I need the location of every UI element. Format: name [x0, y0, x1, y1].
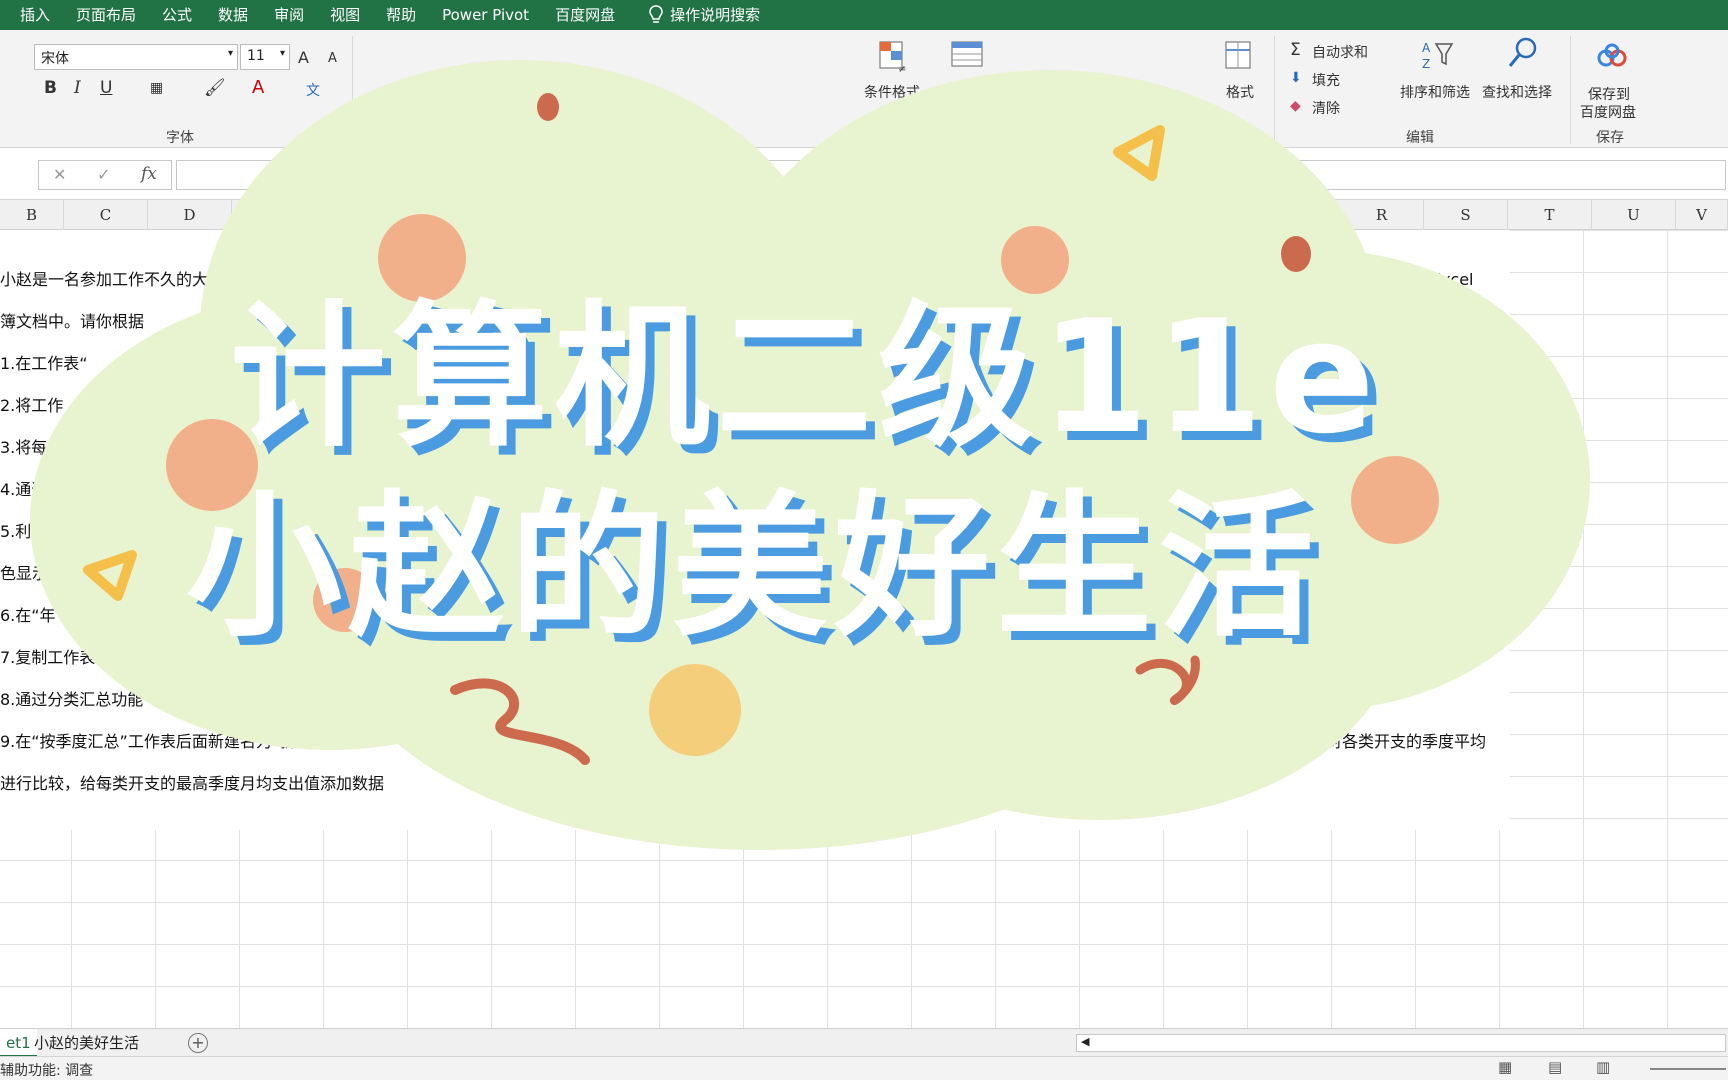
- page-break-view-icon[interactable]: ▥: [1596, 1058, 1610, 1076]
- conditional-format-label[interactable]: 条件格式: [864, 82, 920, 102]
- svg-text:≠: ≠: [898, 64, 906, 74]
- chevron-down-icon: ▾: [227, 48, 233, 59]
- doc-line-1-right: xlsx” 的Excel: [1370, 270, 1474, 289]
- save-to-label-1[interactable]: 保存到: [1588, 84, 1630, 104]
- menu-insert[interactable]: 插入: [0, 0, 63, 30]
- fill-color-icon[interactable]: 🖌: [204, 78, 226, 98]
- menu-formulas[interactable]: 公式: [149, 0, 205, 30]
- font-size-select[interactable]: 11 ▾: [240, 44, 290, 70]
- italic-button[interactable]: I: [74, 78, 81, 98]
- column-headers: B C D E R S T U V: [0, 200, 1728, 230]
- menu-bar: 插入 页面布局 公式 数据 审阅 视图 帮助 Power Pivot 百度网盘 …: [0, 0, 1728, 30]
- doc-line-12-right: 为各类开支，对各类开支的季度平均: [1230, 732, 1487, 751]
- table-style-icon[interactable]: [950, 40, 986, 74]
- border-icon[interactable]: ▦: [150, 80, 163, 96]
- svg-text:Z: Z: [1422, 57, 1430, 71]
- zoom-slider[interactable]: [1650, 1068, 1726, 1070]
- normal-view-icon[interactable]: ▦: [1498, 1058, 1512, 1076]
- conditional-format-icon[interactable]: ≠: [876, 40, 912, 74]
- column-header-s[interactable]: S: [1424, 200, 1508, 230]
- autosum-button[interactable]: 自动求和: [1312, 42, 1368, 62]
- table-style-label[interactable]: 套用: [952, 82, 980, 102]
- status-bar: 辅助功能: 调查 ▦ ▤ ▥: [0, 1056, 1728, 1080]
- overlay-title-line-2: 小赵的美好生活: [186, 476, 1320, 658]
- cancel-icon[interactable]: ✕: [53, 165, 66, 184]
- page-layout-view-icon[interactable]: ▤: [1548, 1058, 1562, 1076]
- edit-group-label: 编辑: [1406, 130, 1434, 146]
- phonetic-icon[interactable]: 文: [306, 80, 320, 100]
- format-icon[interactable]: [1222, 40, 1258, 74]
- doc-line-7: 5.利用: [0, 522, 48, 541]
- doc-line-1: 小赵是一名参加工作不久的大: [0, 270, 209, 289]
- doc-line-11: 8.通过分类汇总功能: [0, 690, 144, 709]
- ribbon-divider: [352, 36, 353, 144]
- save-group-label: 保存: [1596, 130, 1624, 146]
- insert-function-button[interactable]: fx: [141, 164, 157, 184]
- column-header-t[interactable]: T: [1508, 200, 1592, 230]
- column-header-e[interactable]: E: [232, 200, 316, 230]
- ribbon-divider: [1570, 36, 1571, 144]
- formula-input[interactable]: [176, 160, 1726, 190]
- search-icon[interactable]: [1504, 36, 1540, 70]
- doc-line-2: 簿文档中。请你根据: [0, 312, 145, 331]
- doc-line-4: 2.将工作: [0, 396, 64, 415]
- save-to-label-2[interactable]: 百度网盘: [1580, 102, 1636, 122]
- column-header-d[interactable]: D: [148, 200, 232, 230]
- column-header-b[interactable]: B: [0, 200, 64, 230]
- menu-baidu-netdisk[interactable]: 百度网盘: [542, 0, 628, 30]
- font-size-value: 11: [247, 48, 265, 64]
- svg-text:A: A: [1422, 41, 1431, 55]
- sigma-icon: Σ: [1290, 40, 1301, 60]
- column-header-c[interactable]: C: [64, 200, 148, 230]
- menu-data[interactable]: 数据: [205, 0, 261, 30]
- sheet-tab-bar: et1 小赵的美好生活 + ◀: [0, 1028, 1728, 1057]
- font-name-value: 宋体: [41, 51, 69, 67]
- menu-help[interactable]: 帮助: [373, 0, 429, 30]
- doc-line-9: 6.在“年: [0, 606, 56, 625]
- doc-line-5: 3.将每: [0, 438, 48, 457]
- underline-button[interactable]: U: [100, 78, 112, 98]
- menu-review[interactable]: 审阅: [261, 0, 317, 30]
- sort-filter-label[interactable]: 排序和筛选: [1400, 82, 1470, 102]
- scroll-left-icon[interactable]: ◀: [1081, 1035, 1089, 1048]
- eraser-icon: ◆: [1290, 98, 1301, 114]
- tell-me-search[interactable]: 操作说明搜索: [670, 0, 773, 30]
- font-color-button[interactable]: A: [252, 77, 264, 98]
- sort-filter-icon[interactable]: A Z: [1420, 38, 1456, 72]
- shrink-font-button[interactable]: A: [328, 51, 337, 66]
- fill-down-icon: ⬇: [1290, 70, 1302, 86]
- formula-buttons: ✕ ✓ fx: [38, 160, 172, 190]
- ribbon: 宋体 ▾ 11 ▾ A A B I U ▦ 🖌 A 文 字体 ≠ 条件格式 套用…: [0, 30, 1728, 148]
- menu-page-layout[interactable]: 页面布局: [63, 0, 149, 30]
- doc-line-8: 色显示: [0, 564, 49, 583]
- font-name-select[interactable]: 宋体 ▾: [34, 44, 238, 70]
- doc-line-3: 1.在工作表“: [0, 354, 88, 373]
- formula-bar: ✕ ✓ fx: [0, 150, 1728, 200]
- chevron-down-icon: ▾: [279, 48, 285, 59]
- clear-button[interactable]: 清除: [1312, 98, 1340, 118]
- doc-line-10: 7.复制工作表: [0, 648, 96, 667]
- font-group-label: 字体: [166, 130, 194, 146]
- horizontal-scrollbar[interactable]: ◀: [1076, 1034, 1726, 1052]
- doc-line-13: 进行比较，给每类开支的最高季度月均支出值添加数据: [0, 774, 385, 793]
- fill-button[interactable]: 填充: [1312, 70, 1340, 90]
- menu-view[interactable]: 视图: [317, 0, 373, 30]
- lightbulb-icon: [649, 5, 663, 23]
- enter-icon[interactable]: ✓: [97, 165, 110, 184]
- sheet-tab-xiaozhao[interactable]: 小赵的美好生活: [28, 1029, 145, 1057]
- column-header-r[interactable]: R: [1340, 200, 1424, 230]
- column-header-u[interactable]: U: [1592, 200, 1676, 230]
- column-header-v[interactable]: V: [1676, 200, 1728, 230]
- format-label[interactable]: 格式: [1226, 82, 1254, 102]
- accessibility-status[interactable]: 辅助功能: 调查: [0, 1060, 93, 1080]
- bold-button[interactable]: B: [44, 78, 57, 98]
- add-sheet-button[interactable]: +: [188, 1033, 208, 1053]
- menu-power-pivot[interactable]: Power Pivot: [429, 0, 542, 30]
- ribbon-divider: [1274, 36, 1275, 144]
- doc-line-12: 9.在“按季度汇总”工作表后面新建名为“折线图: [0, 732, 329, 751]
- doc-line-6: 4.通过: [0, 480, 48, 499]
- baidu-cloud-icon[interactable]: [1594, 40, 1630, 74]
- find-select-label[interactable]: 查找和选择: [1482, 82, 1552, 102]
- grow-font-button[interactable]: A: [298, 48, 309, 67]
